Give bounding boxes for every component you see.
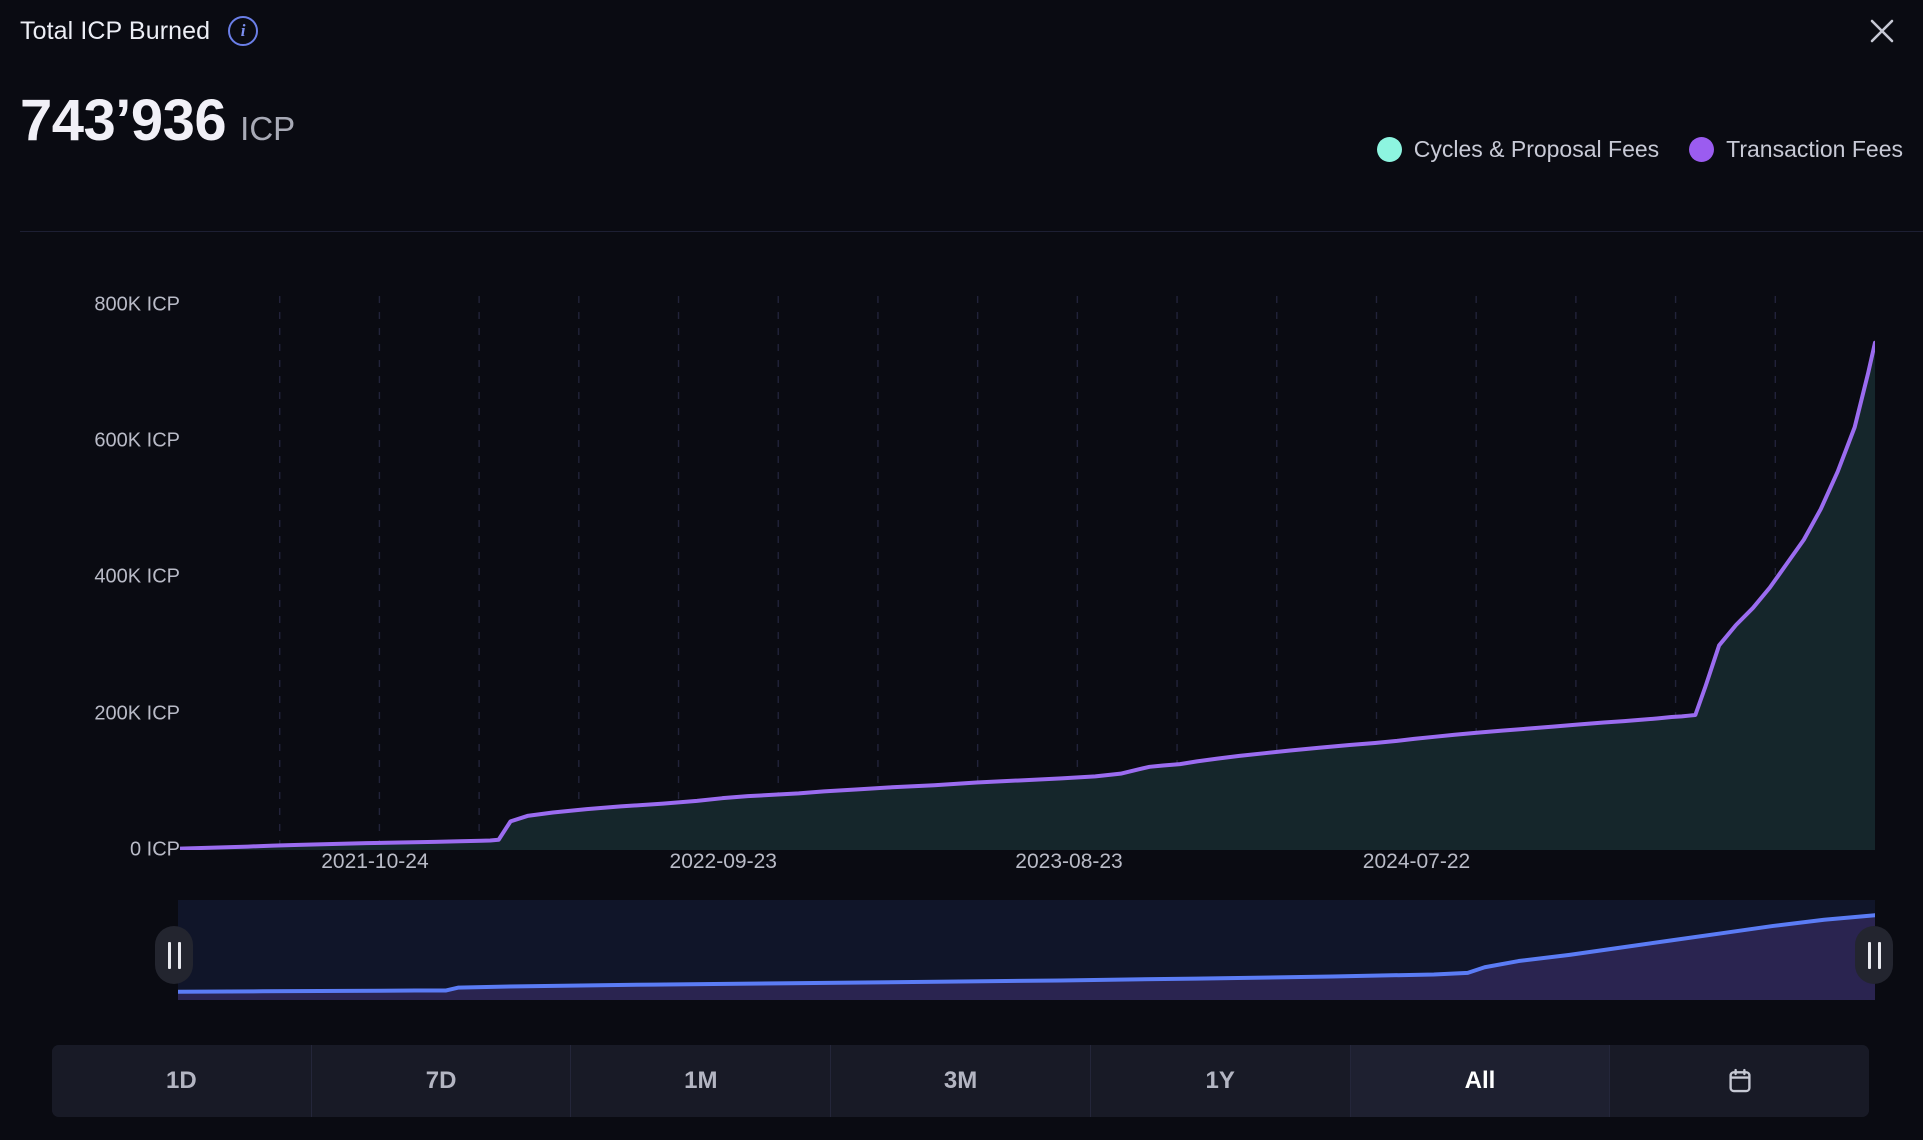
calendar-icon (1725, 1066, 1755, 1096)
chart-area: 800K ICP 600K ICP 400K ICP 200K ICP 0 ICP 20… (0, 250, 1923, 890)
total-burned-value: 743’936 (20, 88, 227, 153)
x-axis: 2021-10-24 2022-09-23 2023-08-23 2024-07-22 (180, 850, 1875, 890)
y-axis: 800K ICP 600K ICP 400K ICP 200K ICP 0 ICP (0, 250, 180, 860)
handle-grip-bar (167, 941, 171, 969)
chart-legend: Cycles & Proposal Fees Transaction Fees (1376, 136, 1903, 163)
range-button-1m[interactable]: 1M (571, 1045, 832, 1117)
brush-area-fill (178, 915, 1875, 1000)
range-button-label: 1D (166, 1067, 197, 1094)
panel-header: Total ICP Burned i (0, 0, 1923, 62)
legend-item-cycles-proposal-fees[interactable]: Cycles & Proposal Fees (1376, 136, 1660, 163)
handle-grip-bar (177, 941, 181, 969)
total-icp-burned-panel: Total ICP Burned i 743’936 ICP Cycles & … (0, 0, 1923, 1140)
range-brush[interactable] (0, 900, 1923, 1010)
range-button-label: 1Y (1205, 1067, 1235, 1094)
handle-grip-bar (1877, 941, 1881, 969)
x-axis-tick-label: 2022-09-23 (669, 850, 777, 873)
x-axis-tick-label: 2021-10-24 (321, 850, 429, 873)
series-area-fill (180, 342, 1875, 850)
brush-handle-left[interactable] (155, 926, 193, 984)
page-title: Total ICP Burned (20, 16, 211, 45)
range-button-1d[interactable]: 1D (52, 1045, 312, 1117)
range-button-7d[interactable]: 7D (311, 1045, 572, 1117)
handle-grip-bar (1867, 941, 1871, 969)
range-button-label: 3M (943, 1067, 978, 1094)
legend-color-dot (1376, 137, 1402, 162)
info-icon[interactable]: i (228, 16, 259, 46)
y-axis-tick-label: 400K ICP (94, 565, 180, 588)
range-button-1y[interactable]: 1Y (1090, 1045, 1351, 1117)
range-button-label: All (1464, 1067, 1496, 1094)
brush-handle-right[interactable] (1855, 926, 1893, 984)
close-icon[interactable] (1859, 8, 1905, 54)
info-icon-glyph: i (240, 21, 246, 40)
y-axis-tick-label: 200K ICP (94, 702, 180, 725)
x-axis-tick-label: 2023-08-23 (1015, 850, 1123, 873)
legend-color-dot (1689, 137, 1715, 162)
brush-track[interactable] (178, 900, 1875, 1000)
y-axis-tick-label: 800K ICP (94, 293, 180, 316)
legend-item-label: Cycles & Proposal Fees (1413, 136, 1660, 162)
y-axis-tick-label: 0 ICP (129, 838, 180, 861)
legend-item-transaction-fees[interactable]: Transaction Fees (1689, 136, 1903, 163)
range-button-label: 7D (425, 1067, 457, 1094)
range-button-label: 1M (684, 1067, 718, 1094)
range-button-all[interactable]: All (1350, 1045, 1611, 1117)
total-burned-unit: ICP (240, 110, 296, 147)
range-button-3m[interactable]: 3M (831, 1045, 1091, 1117)
legend-item-label: Transaction Fees (1726, 136, 1903, 162)
x-axis-tick-label: 2024-07-22 (1362, 850, 1471, 873)
chart-plot (180, 250, 1875, 850)
header-divider (20, 231, 1923, 232)
y-axis-tick-label: 600K ICP (94, 429, 180, 452)
time-range-selector: 1D 7D 1M 3M 1Y All (52, 1045, 1869, 1117)
range-button-calendar[interactable] (1610, 1045, 1869, 1117)
